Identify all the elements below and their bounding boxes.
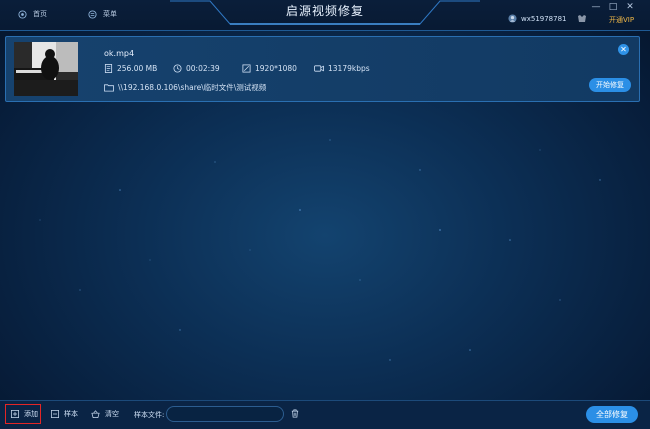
close-window-button[interactable]: ✕ [624, 2, 636, 12]
sample-button[interactable]: 样本 [51, 409, 78, 419]
file-size-info: 256.00 MB [104, 64, 157, 73]
file-name: ok.mp4 [104, 49, 135, 58]
remove-file-button[interactable]: ✕ [618, 44, 629, 55]
app-title: 启源视频修复 [285, 4, 364, 18]
piano-scene-image [14, 42, 78, 96]
trash-icon[interactable] [291, 409, 299, 418]
sample-file-label: 样本文件: [134, 411, 165, 419]
start-repair-button[interactable]: 开始修复 [589, 78, 631, 92]
bottom-toolbar: 添加 样本 清空 样本文件: 全部修复 [0, 400, 650, 429]
user-avatar-icon [508, 14, 517, 23]
file-path: \\192.168.0.106\share\临时文件\测试视频 [118, 83, 267, 92]
add-icon [11, 410, 19, 418]
title-bar: 首页 菜单 启源视频修复 wx51978781 开通VIP — □ ✕ [0, 0, 650, 31]
menu-label: 菜单 [103, 10, 117, 18]
bitrate: 13179kbps [328, 64, 370, 73]
home-button[interactable]: 首页 [18, 9, 47, 19]
file-icon [104, 64, 113, 73]
bitrate-info: 13179kbps [314, 64, 370, 73]
menu-icon [88, 9, 97, 19]
duration-info: 00:02:39 [173, 64, 220, 73]
folder-icon [104, 84, 114, 92]
add-button[interactable]: 添加 [11, 409, 38, 419]
menu-button[interactable]: 菜单 [88, 9, 117, 19]
sample-label: 样本 [64, 410, 78, 418]
basket-icon [91, 410, 100, 418]
username: wx51978781 [521, 14, 567, 23]
video-camera-icon [314, 65, 324, 72]
minimize-button[interactable]: — [590, 2, 602, 12]
file-card[interactable]: ok.mp4 256.00 MB 00:02:39 1920*1080 1317… [5, 36, 640, 102]
add-label: 添加 [24, 410, 38, 418]
resolution-info: 1920*1080 [242, 64, 297, 73]
repair-all-button[interactable]: 全部修复 [586, 406, 638, 423]
open-vip-link[interactable]: 开通VIP [609, 15, 634, 25]
maximize-button[interactable]: □ [607, 2, 619, 12]
vip-badge-icon [577, 15, 586, 22]
user-account[interactable]: wx51978781 [508, 14, 587, 23]
file-path-info: \\192.168.0.106\share\临时文件\测试视频 [104, 82, 266, 93]
sample-icon [51, 410, 59, 418]
clear-button[interactable]: 清空 [91, 409, 119, 419]
clock-icon [173, 64, 182, 73]
home-icon [18, 9, 27, 19]
video-thumbnail [14, 42, 78, 96]
file-size: 256.00 MB [117, 64, 158, 73]
clear-label: 清空 [105, 410, 119, 418]
home-label: 首页 [33, 10, 47, 18]
resolution-icon [242, 64, 251, 73]
duration: 00:02:39 [186, 64, 220, 73]
sample-file-input[interactable] [166, 406, 284, 422]
resolution: 1920*1080 [255, 64, 297, 73]
